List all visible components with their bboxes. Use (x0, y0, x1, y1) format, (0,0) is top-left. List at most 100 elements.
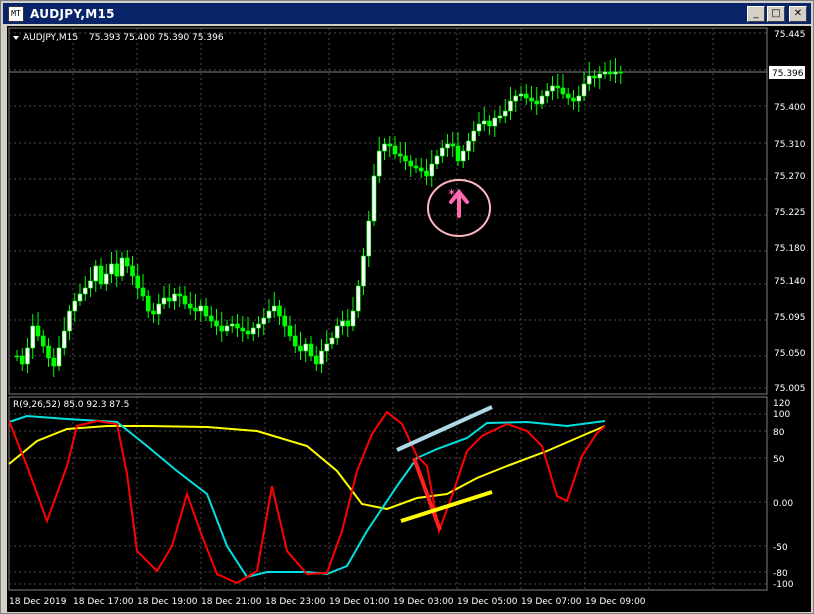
trendline-blue (396, 405, 493, 452)
close-button[interactable]: ✕ (789, 6, 807, 22)
candle-body (602, 71, 608, 75)
candle-body (565, 93, 571, 99)
price-tick: 75.270 (774, 172, 806, 182)
candle-body (313, 355, 319, 365)
candle-body (277, 305, 282, 317)
time-label: 19 Dec 05:00 (457, 597, 518, 607)
candle-body (93, 265, 99, 282)
price-axis: 75.445 75.400 75.310 75.270 75.225 75.18… (774, 30, 806, 394)
time-label: 19 Dec 09:00 (585, 597, 646, 607)
line-fast (8, 410, 606, 585)
candle-body (145, 295, 151, 312)
candle-body (550, 85, 555, 92)
candle-body (429, 163, 435, 177)
maximize-button[interactable]: □ (767, 6, 785, 22)
candle-body (219, 325, 225, 332)
indicator-tick: 80 (773, 428, 785, 438)
chart-symbol: AUDJPY,M15 (23, 33, 78, 43)
candle-body (434, 155, 440, 165)
candle-body (560, 87, 566, 95)
candle-body (56, 347, 62, 367)
candle-body (439, 147, 445, 157)
candle-body (109, 263, 114, 275)
candle-body (397, 153, 403, 157)
time-label: 18 Dec 19:00 (137, 597, 198, 607)
candles (14, 58, 624, 377)
candle-body (387, 143, 393, 147)
candle-body (30, 325, 36, 349)
candle-body (19, 355, 25, 365)
candle-body (476, 123, 482, 132)
candle-body (350, 310, 356, 327)
candle-body (224, 325, 230, 332)
line-medium (8, 414, 606, 579)
candle-body (151, 310, 156, 315)
candle-body (329, 337, 335, 345)
candle-body (371, 175, 377, 222)
indicator-label: R(9,26,52) 85.0 92.3 87.5 (13, 400, 129, 410)
window-controls: _ □ ✕ (747, 6, 807, 22)
candle-body (40, 335, 46, 347)
candle-body (298, 345, 303, 352)
candle-body (177, 293, 183, 297)
indicator-axis: 120 100 80 50 0.00 -50 -80 -100 (773, 399, 794, 590)
candle-body (14, 355, 20, 358)
price-tick: 75.400 (774, 103, 806, 113)
candle-body (103, 273, 109, 285)
candle-body (392, 145, 398, 155)
triangle-down-icon[interactable] (13, 36, 19, 40)
time-label: 18 Dec 17:00 (73, 597, 134, 607)
time-label: 18 Dec 2019 (9, 597, 67, 607)
candle-body (471, 130, 477, 142)
price-tick: 75.050 (774, 349, 806, 359)
candle-body (292, 335, 298, 347)
candle-body (35, 325, 41, 337)
candle-body (161, 297, 167, 305)
candle-body (460, 150, 466, 162)
candle-body (345, 320, 351, 327)
minimize-button[interactable]: _ (747, 6, 765, 22)
title-bar[interactable]: MT AUDJPY,M15 _ □ ✕ (3, 3, 811, 24)
candle-body (124, 257, 130, 267)
candle-body (303, 343, 309, 352)
candle-body (508, 100, 513, 112)
candle-body (492, 117, 498, 127)
candle-body (534, 100, 540, 105)
candle-body (130, 265, 135, 277)
candle-body (250, 327, 256, 335)
indicator-lines (8, 410, 606, 585)
candle-body (618, 71, 624, 74)
candle-body (607, 71, 613, 75)
time-label: 19 Dec 07:00 (521, 597, 582, 607)
time-label: 18 Dec 23:00 (265, 597, 326, 607)
candle-body (208, 315, 214, 322)
indicator-tick: 100 (773, 410, 790, 420)
price-chart[interactable]: AUDJPY,M15 75.393 75.400 75.390 75.396 7… (7, 26, 811, 612)
grid (8, 27, 768, 591)
candle-body (72, 300, 78, 312)
indicator-tick: 0.00 (773, 499, 793, 509)
candle-body (135, 275, 141, 289)
app-icon: MT (8, 5, 24, 22)
candle-body (361, 255, 366, 287)
candle-body (445, 143, 450, 149)
candle-body (586, 75, 592, 85)
candle-body (455, 145, 461, 162)
candle-body (261, 317, 267, 325)
chart-area[interactable]: AUDJPY,M15 75.393 75.400 75.390 75.396 7… (7, 26, 811, 612)
window-title: AUDJPY,M15 (30, 6, 115, 21)
candle-body (67, 310, 72, 332)
candle-body (319, 350, 324, 365)
candle-body (571, 97, 576, 102)
price-tick: 75.310 (774, 140, 806, 150)
price-tick: 75.005 (774, 384, 806, 394)
indicator-tick: -80 (773, 569, 788, 579)
indicator-tick: 50 (773, 455, 785, 465)
candle-body (235, 323, 240, 329)
time-label: 19 Dec 01:00 (329, 597, 390, 607)
time-axis: 18 Dec 2019 18 Dec 17:00 18 Dec 19:00 18… (9, 597, 646, 607)
candle-body (497, 115, 503, 119)
terminal-window: MT AUDJPY,M15 _ □ ✕ AUDJPY,M15 75.393 75… (0, 0, 814, 614)
price-tick: 75.445 (774, 30, 806, 40)
candle-body (539, 95, 545, 105)
